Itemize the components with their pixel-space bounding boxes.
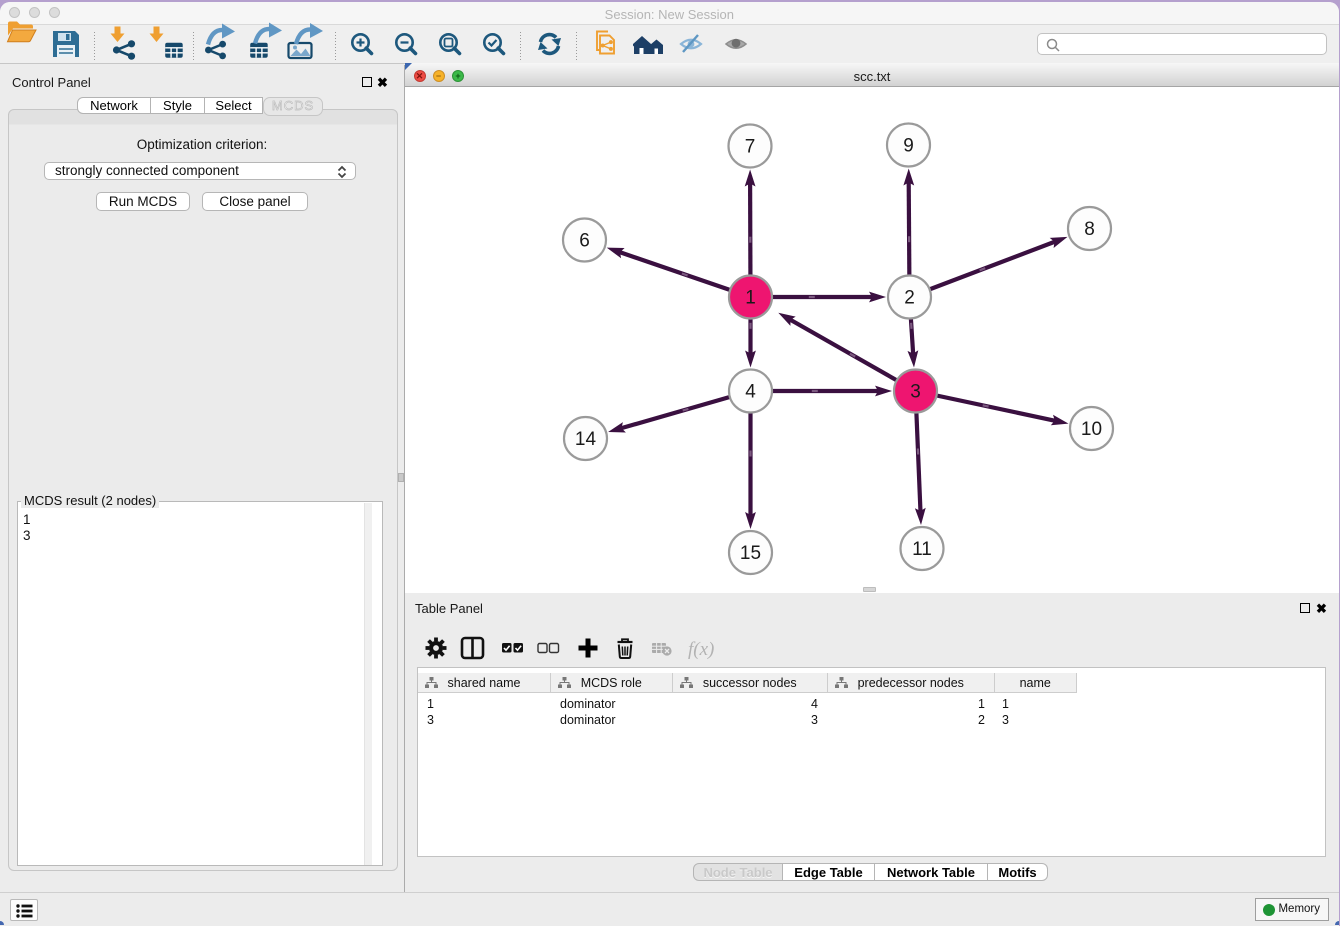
svg-text:1: 1 — [745, 288, 756, 309]
svg-text:8: 8 — [1084, 219, 1095, 240]
svg-text:2: 2 — [904, 288, 915, 309]
svg-text:14: 14 — [575, 429, 597, 450]
svg-text:10: 10 — [1081, 419, 1102, 440]
svg-text:11: 11 — [912, 539, 932, 560]
svg-text:f(x): f(x) — [688, 639, 714, 660]
svg-text:4: 4 — [745, 382, 756, 403]
svg-text:6: 6 — [579, 231, 590, 252]
svg-text:3: 3 — [910, 382, 921, 403]
svg-text:15: 15 — [740, 543, 761, 564]
svg-text:7: 7 — [745, 137, 756, 158]
svg-text:9: 9 — [903, 136, 914, 157]
